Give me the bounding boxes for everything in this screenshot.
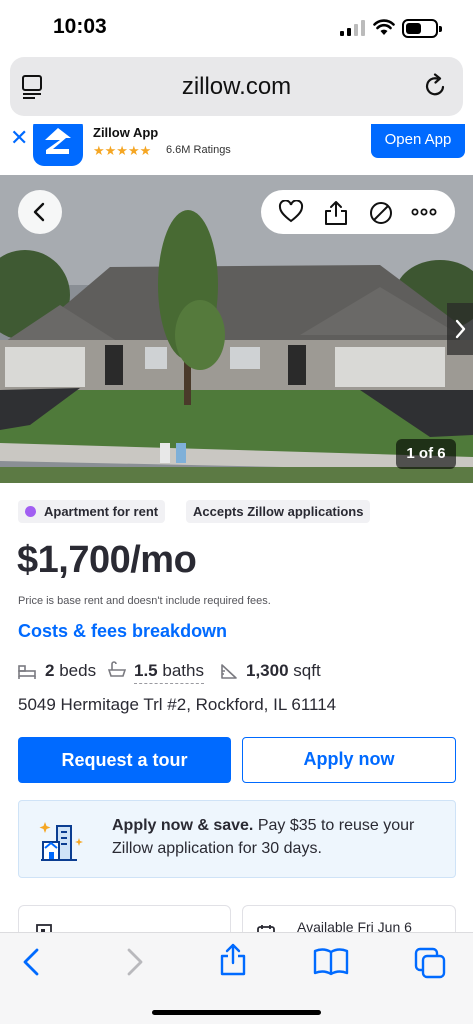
listing-price: $1,700/mo <box>17 539 197 581</box>
heart-icon[interactable] <box>278 200 304 224</box>
costs-fees-link[interactable]: Costs & fees breakdown <box>18 621 227 642</box>
url-text: zillow.com <box>181 73 292 100</box>
building-sparkle-icon <box>39 822 83 861</box>
next-photo-button[interactable] <box>447 303 473 355</box>
back-arrow-icon[interactable] <box>20 947 44 977</box>
bed-icon <box>18 665 36 679</box>
bookmarks-icon[interactable] <box>313 947 349 977</box>
sqft-count: 1,300 <box>246 661 289 680</box>
applications-tag: Accepts Zillow applications <box>186 500 371 523</box>
battery-icon <box>402 19 442 38</box>
listing-type-label: Apartment for rent <box>44 504 159 519</box>
more-options-icon[interactable] <box>411 208 437 216</box>
share-sheet-icon[interactable] <box>218 943 248 977</box>
zillow-logo-icon <box>33 124 83 166</box>
app-banner: ✕ Zillow App ★★★★★ 6.6M Ratings Open App <box>0 124 473 174</box>
rating-stars-icon: ★★★★★ <box>93 143 152 158</box>
signal-icon <box>340 20 365 36</box>
app-name: Zillow App <box>93 125 159 140</box>
apply-promo-banner[interactable]: Apply now & save. Pay $35 to reuse your … <box>18 800 456 878</box>
promo-bold: Apply now & save. <box>112 817 254 834</box>
status-time: 10:03 <box>53 15 107 38</box>
ratings-count: 6.6M Ratings <box>166 144 231 156</box>
apply-now-button[interactable]: Apply now <box>242 737 456 783</box>
request-tour-button[interactable]: Request a tour <box>18 737 231 783</box>
share-icon[interactable] <box>323 200 349 226</box>
wifi-icon <box>373 19 395 35</box>
close-icon[interactable]: ✕ <box>10 126 28 150</box>
status-dot-icon <box>25 506 36 517</box>
beds-count: 2 <box>45 661 55 680</box>
photo-counter: 1 of 6 <box>396 439 456 469</box>
baths-count: 1.5 <box>134 661 158 680</box>
promo-text: Apply now & save. Pay $35 to reuse your … <box>112 814 447 860</box>
open-app-button[interactable]: Open App <box>371 124 465 158</box>
square-footage-icon <box>221 664 237 679</box>
back-button[interactable] <box>18 190 62 234</box>
chevron-left-icon <box>33 202 45 222</box>
listing-actions <box>261 190 455 234</box>
address-bar[interactable]: zillow.com <box>10 57 463 116</box>
price-disclaimer: Price is base rent and doesn't include r… <box>18 595 271 607</box>
bath-icon <box>108 661 126 677</box>
reload-icon[interactable] <box>423 73 447 99</box>
baths-label: baths <box>162 661 204 680</box>
hide-icon[interactable] <box>368 200 394 226</box>
chevron-right-icon <box>455 319 466 339</box>
beds-label: beds <box>59 661 97 680</box>
status-bar: 10:03 <box>0 0 473 52</box>
baths-info[interactable]: 1.5 baths <box>134 661 204 684</box>
listing-address: 5049 Hermitage Trl #2, Rockford, IL 6111… <box>18 695 337 714</box>
home-indicator <box>152 1010 321 1015</box>
listing-type-tag: Apartment for rent <box>18 500 166 523</box>
sqft-label: sqft <box>293 661 321 680</box>
forward-arrow-icon[interactable] <box>122 947 146 977</box>
tabs-icon[interactable] <box>414 947 446 979</box>
